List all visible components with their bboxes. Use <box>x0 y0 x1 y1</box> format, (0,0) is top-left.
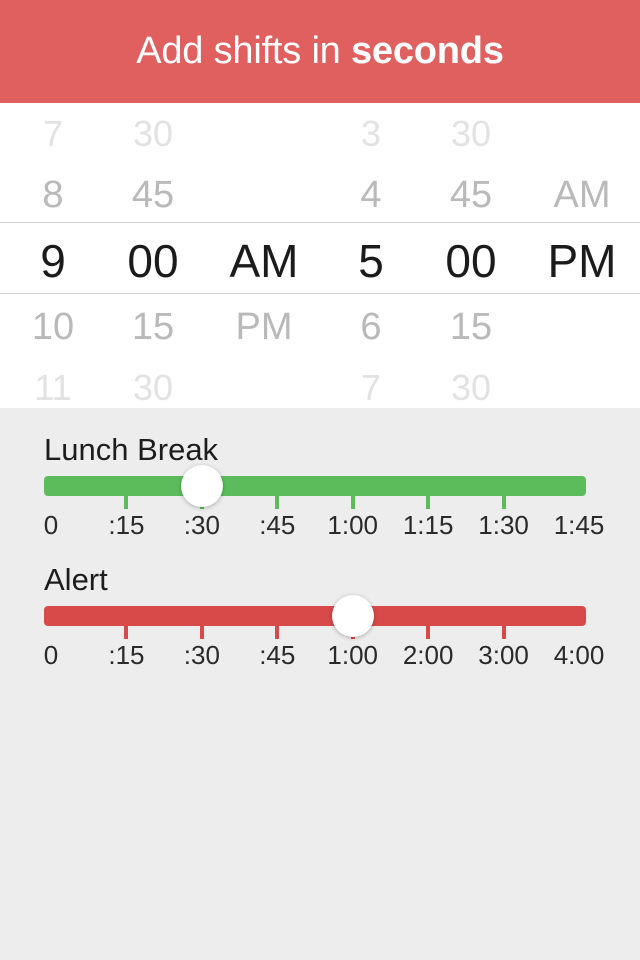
picker-cell-start-minute[interactable]: 45 <box>98 176 208 214</box>
slider-scale-label: :30 <box>183 510 220 540</box>
page-title-regular: Add shifts in <box>136 30 351 72</box>
slider-scale-label: :15 <box>108 510 145 540</box>
slider-scale-label: 0 <box>43 510 59 540</box>
header-bar: Add shifts in seconds <box>0 0 640 103</box>
picker-cell-end-minute[interactable]: 00 <box>416 238 526 284</box>
sliders-panel: Lunch Break 0 :15 :30 :45 1:00 1:15 1:30 1:45 A… <box>0 408 640 960</box>
slider-tick <box>275 626 280 639</box>
picker-cell-start-hour[interactable]: 7 <box>8 115 98 152</box>
picker-cell-end-hour[interactable]: 6 <box>326 308 416 346</box>
add-shift-screen: Add shifts in seconds 7 30 3 30 8 45 4 45 AM 9 00 A… <box>0 0 640 960</box>
slider-scale-label: :45 <box>259 640 296 670</box>
picker-cell-start-minute[interactable]: 30 <box>98 369 208 406</box>
picker-row[interactable]: 8 45 4 45 AM <box>0 164 640 225</box>
picker-cell-end-minute[interactable]: 15 <box>416 308 526 346</box>
slider-scale-label: 1:30 <box>478 510 529 540</box>
picker-cell-end-hour[interactable]: 5 <box>326 238 416 284</box>
picker-cell-end-minute[interactable]: 30 <box>416 369 526 406</box>
picker-cell-start-period[interactable]: PM <box>208 308 320 346</box>
picker-row[interactable]: 7 30 3 30 <box>0 103 640 164</box>
slider-alert-thumb[interactable] <box>331 595 374 637</box>
picker-cell-start-minute[interactable]: 00 <box>98 238 208 284</box>
slider-lunch-break-track[interactable] <box>44 476 586 496</box>
picker-cell-start-hour[interactable]: 11 <box>8 369 98 406</box>
picker-cell-end-hour[interactable]: 4 <box>326 176 416 214</box>
slider-scale-label: 0 <box>43 640 59 670</box>
picker-cell-start-hour[interactable]: 8 <box>8 176 98 214</box>
slider-tick <box>124 496 129 509</box>
picker-row[interactable]: 10 15 PM 6 15 <box>0 296 640 357</box>
slider-tick <box>426 626 431 639</box>
slider-alert-scale: 0 :15 :30 :45 1:00 2:00 3:00 4:00 <box>0 642 640 672</box>
time-picker[interactable]: 7 30 3 30 8 45 4 45 AM 9 00 AM 5 00 PM 10 15 PM 6 15 11 30 7 30 <box>0 103 640 408</box>
picker-cell-start-period[interactable]: AM <box>208 238 320 284</box>
slider-scale-label: 1:00 <box>327 640 379 670</box>
picker-cell-end-period[interactable]: AM <box>526 176 638 214</box>
slider-scale-label: 3:00 <box>478 640 529 670</box>
slider-scale-label: 1:00 <box>327 510 379 540</box>
slider-lunch-break-scale: 0 :15 :30 :45 1:00 1:15 1:30 1:45 <box>0 512 640 542</box>
picker-cell-start-hour[interactable]: 10 <box>8 308 98 346</box>
slider-alert-track[interactable] <box>44 606 586 626</box>
page-title-bold: seconds <box>350 30 504 72</box>
slider-scale-label: :45 <box>259 510 296 540</box>
slider-scale-label: 1:45 <box>553 510 605 540</box>
picker-cell-end-period[interactable]: PM <box>526 238 638 284</box>
slider-scale-label: 2:00 <box>402 640 454 670</box>
slider-scale-label: :15 <box>108 640 145 670</box>
page-title: Add shifts in seconds <box>136 30 504 73</box>
slider-tick <box>501 626 506 639</box>
slider-lunch-break-track-wrap[interactable] <box>44 465 586 509</box>
slider-scale-label: 1:15 <box>402 510 454 540</box>
slider-tick <box>350 496 355 509</box>
picker-cell-start-hour[interactable]: 9 <box>8 238 98 284</box>
slider-tick <box>275 496 280 509</box>
picker-row[interactable]: 11 30 7 30 <box>0 357 640 408</box>
picker-rows[interactable]: 7 30 3 30 8 45 4 45 AM 9 00 AM 5 00 PM 10 15 PM 6 15 11 30 7 30 <box>0 103 640 408</box>
slider-alert-track-wrap[interactable] <box>44 595 586 639</box>
slider-lunch-break-thumb[interactable] <box>180 465 223 507</box>
slider-tick <box>501 496 506 509</box>
picker-cell-end-hour[interactable]: 3 <box>326 115 416 152</box>
picker-cell-end-hour[interactable]: 7 <box>326 369 416 406</box>
slider-scale-label: :30 <box>183 640 220 670</box>
picker-cell-end-minute[interactable]: 30 <box>416 115 526 152</box>
slider-scale-label: 4:00 <box>553 640 605 670</box>
picker-cell-end-minute[interactable]: 45 <box>416 176 526 214</box>
slider-tick <box>199 626 204 639</box>
slider-tick <box>124 626 129 639</box>
picker-cell-start-minute[interactable]: 30 <box>98 115 208 152</box>
slider-tick <box>426 496 431 509</box>
picker-cell-start-minute[interactable]: 15 <box>98 308 208 346</box>
picker-row-selected[interactable]: 9 00 AM 5 00 PM <box>0 225 640 296</box>
slider-lunch-break-label: Lunch Break <box>44 432 219 467</box>
slider-alert-label: Alert <box>44 562 108 597</box>
